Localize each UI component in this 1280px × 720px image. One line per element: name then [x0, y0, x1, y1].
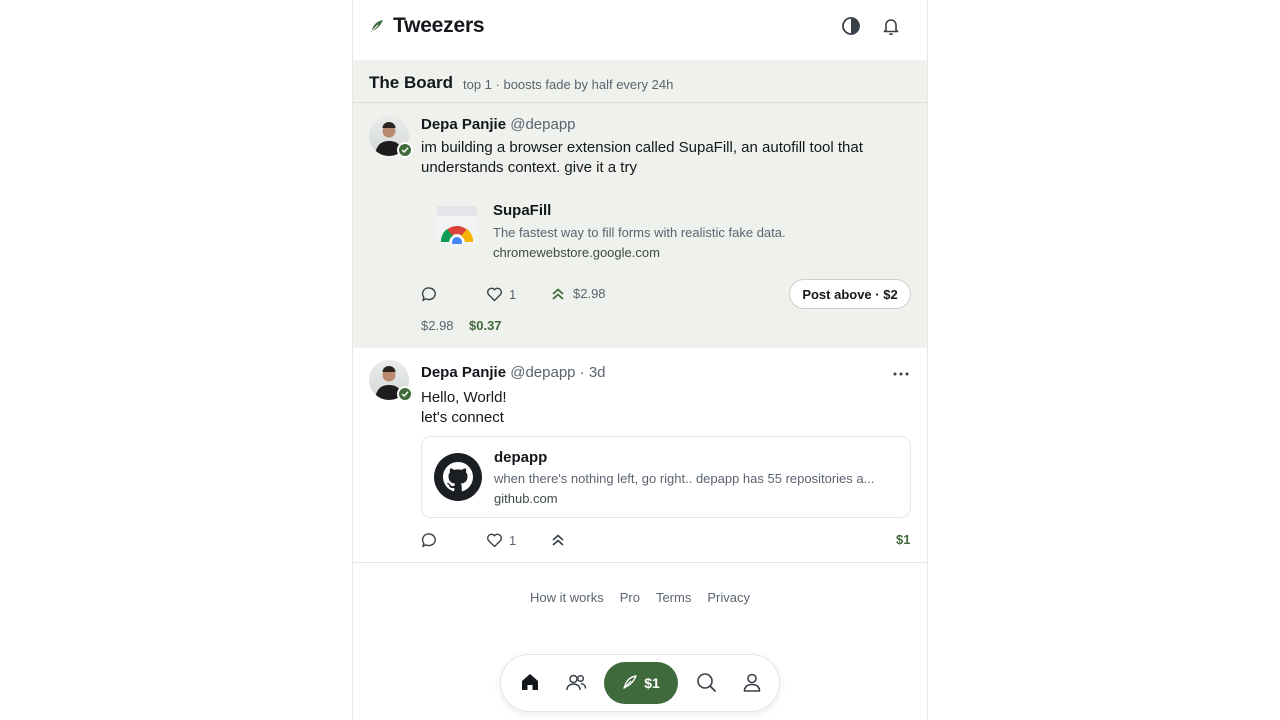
heart-icon: [486, 286, 503, 303]
board-title: The Board: [369, 73, 454, 92]
feather-icon: [369, 18, 385, 34]
top-bar: Tweezers: [353, 0, 927, 60]
verified-icon: [397, 142, 413, 158]
chrome-icon: [433, 204, 481, 252]
price-paid: $2.98: [421, 318, 454, 333]
card-title: SupaFill: [493, 202, 552, 219]
like-count: 1: [509, 533, 517, 548]
app-title: Tweezers: [393, 14, 485, 37]
footer-link-terms[interactable]: Terms: [656, 590, 691, 605]
theme-toggle-button[interactable]: [839, 16, 863, 40]
price-current: $0.37: [469, 318, 502, 333]
users-icon: [565, 671, 587, 698]
compose-button[interactable]: $1: [604, 662, 678, 704]
author-name[interactable]: Depa Panjie: [421, 116, 506, 133]
search-icon: [695, 671, 717, 698]
contrast-icon: [841, 16, 861, 41]
author-line: Depa Panjie @depapp: [421, 116, 576, 133]
footer-links: How it works Pro Terms Privacy: [353, 590, 927, 605]
footer-link-pro[interactable]: Pro: [620, 590, 640, 605]
compose-price: $1: [644, 675, 660, 691]
link-card[interactable]: depapp when there's nothing left, go rig…: [421, 436, 911, 518]
footer-link-privacy[interactable]: Privacy: [707, 590, 750, 605]
post-text: im building a browser extension called S…: [421, 139, 863, 176]
post-price: $1: [896, 532, 911, 547]
notifications-button[interactable]: [879, 16, 903, 40]
author-name[interactable]: Depa Panjie: [421, 364, 506, 381]
reply-button[interactable]: [421, 286, 438, 303]
card-description: when there's nothing left, go right.. de…: [494, 471, 875, 486]
feather-icon: [622, 674, 638, 693]
boost-icon: [551, 287, 565, 301]
more-icon: [893, 363, 909, 381]
bell-icon: [881, 16, 901, 41]
nav-profile[interactable]: [740, 672, 764, 696]
boost-amount: $2.98: [573, 286, 606, 301]
card-url: github.com: [494, 491, 558, 506]
card-url: chromewebstore.google.com: [493, 245, 660, 260]
nav-communities[interactable]: [564, 672, 588, 696]
nav-home[interactable]: [518, 672, 542, 696]
boost-button[interactable]: $2.98: [551, 286, 606, 301]
footer-link-how-it-works[interactable]: How it works: [530, 590, 604, 605]
brand[interactable]: Tweezers: [369, 14, 485, 38]
boost-button[interactable]: [551, 533, 565, 547]
verified-icon: [397, 386, 413, 402]
user-icon: [741, 671, 763, 698]
card-description: The fastest way to fill forms with reali…: [493, 225, 786, 240]
more-options-button[interactable]: [891, 364, 911, 380]
post-text-line-1: Hello, World!: [421, 389, 507, 406]
bottom-nav: $1: [500, 654, 780, 712]
board-header: The Board top 1 · boosts fade by half ev…: [353, 60, 927, 103]
main-column: Tweezers The Board top 1 · boosts fade b…: [352, 0, 928, 720]
like-button[interactable]: 1: [486, 286, 516, 303]
avatar[interactable]: [369, 360, 413, 402]
post-text-line-2: let's connect: [421, 409, 504, 426]
comment-icon: [421, 532, 438, 549]
author-handle[interactable]: @depapp: [510, 116, 575, 133]
heart-icon: [486, 532, 503, 549]
like-count: 1: [509, 287, 517, 302]
avatar[interactable]: [369, 116, 413, 158]
link-card[interactable]: SupaFill The fastest way to fill forms w…: [421, 192, 911, 264]
like-button[interactable]: 1: [486, 532, 516, 549]
boost-icon: [551, 533, 565, 547]
card-title: depapp: [494, 449, 548, 466]
post-above-button[interactable]: Post above · $2: [789, 279, 911, 309]
nav-search[interactable]: [694, 672, 718, 696]
feed-post: Depa Panjie @depapp · 3d Hello, World! l…: [353, 348, 927, 563]
author-handle[interactable]: @depapp: [510, 364, 575, 381]
author-line: Depa Panjie @depapp · 3d: [421, 364, 606, 381]
board-subtitle: top 1 · boosts fade by half every 24h: [463, 77, 674, 92]
home-icon: [519, 671, 541, 698]
board-section: The Board top 1 · boosts fade by half ev…: [353, 60, 927, 348]
github-icon: [434, 453, 482, 501]
comment-icon: [421, 286, 438, 303]
reply-button[interactable]: [421, 532, 438, 549]
post-time[interactable]: · 3d: [580, 364, 606, 381]
